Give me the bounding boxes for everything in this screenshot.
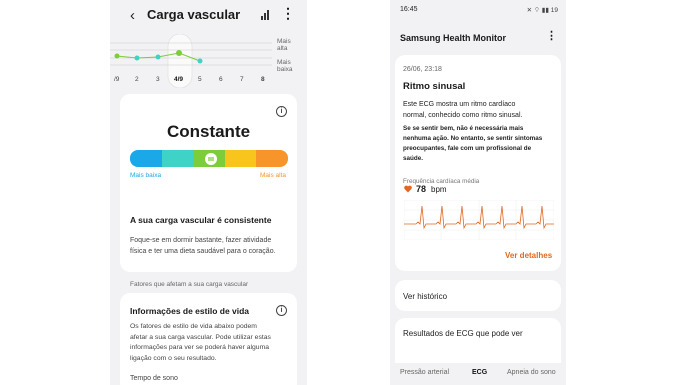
lifestyle-description: Os fatores de estilo de vida abaixo pode… [130,323,271,362]
scale-segment [256,150,288,167]
lifestyle-card[interactable]: Informações de estilo de vida i Os fator… [120,293,297,385]
day-label[interactable]: 8 [261,76,265,83]
day-label[interactable]: 6 [219,76,223,83]
scale-segment [161,150,194,167]
chart-icon[interactable] [261,10,271,20]
heart-level-icon [205,152,218,165]
status-description: Foque-se em dormir bastante, fazer ativi… [130,237,276,255]
ecg-results-item[interactable]: Resultados de ECG que pode ver [403,329,523,338]
trend-high-label: Mais alta [277,38,291,52]
info-icon[interactable]: i [276,305,287,316]
day-label[interactable]: 5 [198,76,202,83]
trend-point [114,53,120,59]
hr-value: 78 [416,184,427,194]
app-title: Samsung Health Monitor [400,33,507,43]
status-scale [130,150,288,167]
factors-section-label: Fatores que afetam a sua carga vascular [130,281,249,288]
day-label[interactable]: 3 [156,76,160,83]
trend-point [176,50,182,56]
scale-segment [130,150,162,167]
trend-point [197,58,203,64]
scale-segment [193,150,225,167]
heart-icon [404,185,412,193]
trend-point [134,55,140,61]
trend-low-label: Mais baixa [277,59,293,73]
day-label[interactable]: 7 [240,76,244,83]
lifestyle-heading: Informações de estilo de vida [130,306,250,316]
hr-unit: bpm [431,185,447,194]
status-value: Constante [166,122,251,141]
status-card: i Constante Mais baixa Mais alta A sua c… [120,94,297,272]
bottom-navigation: Pressão arterial ECG Apneia do sono [390,363,566,385]
info-icon[interactable]: i [276,106,287,117]
tab-sleep-apnea[interactable]: Apneia do sono [507,369,556,376]
health-monitor-screen: 16:45 ✕ ⌔ ▮▮ 19 Samsung Health Monitor ⋮… [390,0,566,385]
sleep-time-label: Tempo de sono [130,375,178,382]
scale-high-label: Mais alta [260,172,287,179]
more-options-icon[interactable]: ⋮ [546,31,557,42]
vascular-load-screen: ‹ Carga vascular ⋮ Mais alta Mais baixa /9… [110,0,307,385]
status-icons: ✕ ⌔ ▮▮ 19 [526,7,558,14]
page-title: Carga vascular [147,7,241,22]
tab-blood-pressure[interactable]: Pressão arterial [400,369,449,376]
day-label-selected[interactable]: 4/9 [174,76,183,83]
day-label[interactable]: /9 [114,76,119,83]
app-bar: ‹ Carga vascular ⋮ [110,0,307,34]
trend-point [155,54,161,60]
tab-ecg[interactable]: ECG [472,369,487,376]
view-details-link[interactable]: Ver detalhes [505,251,552,260]
status-time: 16:45 [400,6,418,13]
ecg-result-heading: Ritmo sinusal [403,81,466,92]
status-heading: A sua carga vascular é consistente [130,215,272,225]
ecg-advice: Se se sentir bem, não é necessária mais n… [403,125,543,162]
ecg-date: 26/06, 23:18 [403,66,442,73]
ecg-waveform[interactable] [404,200,554,240]
view-history-item[interactable]: Ver histórico [403,292,447,301]
scale-segment [224,150,257,167]
more-options-icon[interactable]: ⋮ [281,6,295,20]
ecg-description: Este ECG mostra um ritmo cardíaco normal,… [403,101,523,119]
scale-low-label: Mais baixa [130,172,162,179]
day-label[interactable]: 2 [135,76,139,83]
back-arrow-icon[interactable]: ‹ [130,7,135,24]
